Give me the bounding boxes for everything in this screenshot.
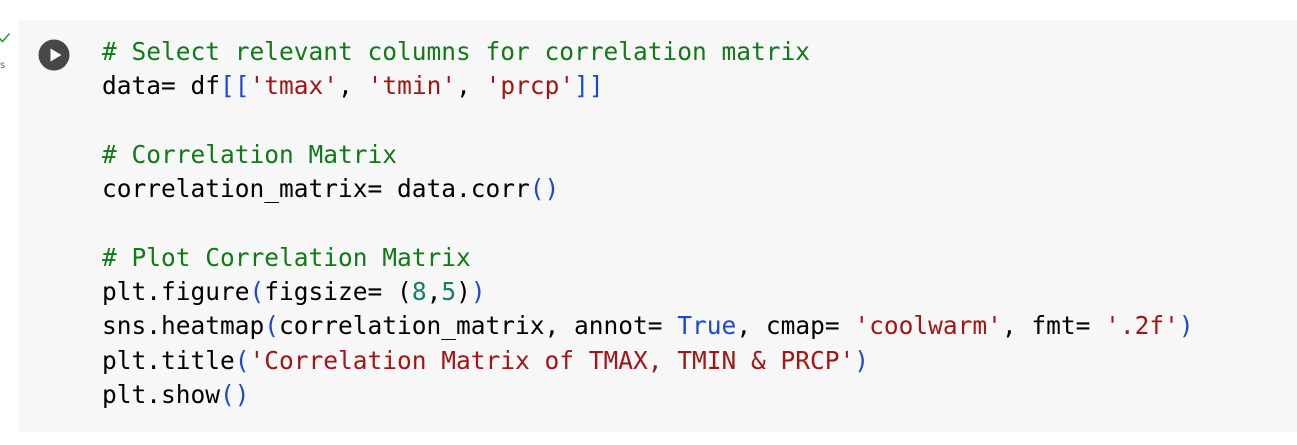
- code-token: (): [220, 379, 250, 409]
- code-token: ,: [456, 71, 486, 101]
- code-line: plt.show(): [102, 378, 1194, 412]
- code-token: data= df: [102, 71, 221, 101]
- code-token: # Correlation Matrix: [102, 139, 398, 169]
- code-token: 'coolwarm': [854, 311, 1002, 341]
- execution-time: s: [0, 60, 6, 71]
- code-token: (: [234, 345, 250, 375]
- code-token: ): [456, 277, 471, 307]
- code-line: plt.title('Correlation Matrix of TMAX, T…: [102, 344, 1194, 378]
- code-token: # Plot Correlation Matrix: [102, 242, 471, 272]
- code-line: plt.figure(figsize= (8,5)): [102, 275, 1194, 309]
- check-icon: [0, 33, 10, 43]
- code-token: 'tmax': [249, 71, 339, 101]
- code-token: 'tmin': [367, 71, 457, 101]
- play-icon[interactable]: [38, 39, 70, 71]
- code-token: sns.heatmap: [102, 311, 265, 341]
- code-token: 'Correlation Matrix of TMAX, TMIN & PRCP…: [249, 345, 855, 375]
- code-line: correlation_matrix= data.corr(): [102, 172, 1194, 206]
- code-token: # Select relevant columns for correlatio…: [102, 37, 811, 66]
- code-token: (: [264, 311, 280, 341]
- code-token: ,: [426, 277, 442, 307]
- code-token: True: [677, 311, 737, 341]
- notebook-page: s # Select relevant columns for correlat…: [0, 0, 1297, 445]
- code-token: ]]: [574, 71, 604, 101]
- code-token: plt.title: [102, 345, 235, 375]
- code-token: plt.show: [102, 379, 221, 409]
- code-cell[interactable]: # Select relevant columns for correlatio…: [18, 20, 1297, 432]
- code-token: figsize=: [264, 277, 398, 307]
- code-token: correlation_matrix, annot=: [279, 311, 678, 341]
- code-line: # Correlation Matrix: [102, 138, 1194, 172]
- code-token: ): [1178, 311, 1194, 341]
- code-editor[interactable]: # Select relevant columns for correlatio…: [102, 35, 1194, 412]
- code-token: '.2f': [1105, 311, 1179, 341]
- code-token: correlation_matrix= data.corr: [102, 174, 530, 204]
- code-token: ): [854, 345, 870, 375]
- code-token: 5: [441, 277, 457, 307]
- code-token: ): [470, 277, 486, 307]
- code-line: # Plot Correlation Matrix: [102, 241, 1194, 275]
- cell-gutter: s: [0, 0, 20, 445]
- code-line: data= df[['tmax', 'tmin', 'prcp']]: [102, 69, 1194, 103]
- code-line: # Select relevant columns for correlatio…: [102, 35, 1194, 69]
- code-token: (: [249, 277, 265, 307]
- code-token: [[: [220, 71, 250, 101]
- code-token: , cmap=: [736, 311, 855, 341]
- code-token: ,: [338, 71, 368, 101]
- code-token: (): [529, 174, 560, 204]
- code-token: , fmt=: [1001, 311, 1106, 341]
- code-token: 8: [411, 277, 427, 307]
- code-line: sns.heatmap(correlation_matrix, annot= T…: [102, 309, 1194, 343]
- code-token: plt.figure: [102, 277, 250, 307]
- code-token: 'prcp': [485, 71, 575, 101]
- code-token: (: [397, 277, 412, 307]
